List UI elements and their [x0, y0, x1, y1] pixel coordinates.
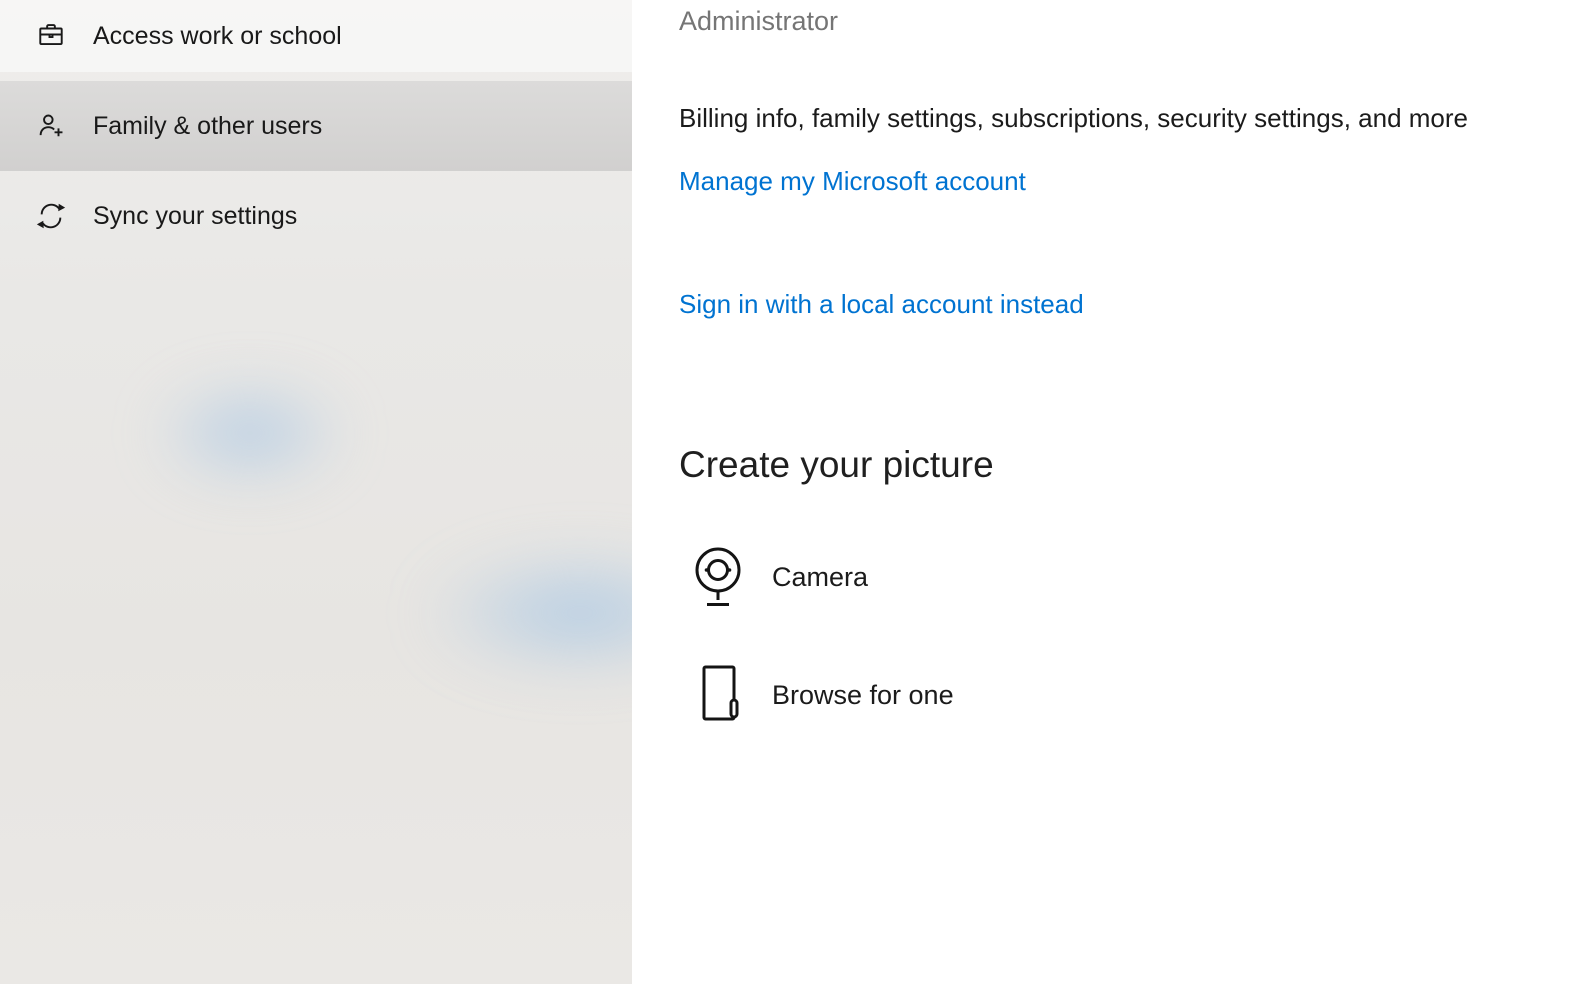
account-role-label: Administrator — [679, 6, 839, 36]
browse-file-icon — [690, 662, 746, 728]
camera-option[interactable]: Camera — [690, 544, 1526, 610]
sidebar-item-access-work-or-school[interactable]: Access work or school — [0, 0, 632, 72]
your-info-content: Administrator Billing info, family setti… — [632, 0, 1586, 984]
browse-for-one-option[interactable]: Browse for one — [690, 662, 1526, 728]
picture-options: Camera Browse for one — [679, 544, 1526, 728]
camera-icon — [690, 544, 746, 610]
sidebar-item-label: Sync your settings — [93, 201, 298, 230]
background-blur-blob — [420, 548, 632, 678]
settings-sidebar: Access work or school Family & other use… — [0, 0, 632, 984]
sidebar-item-label: Family & other users — [93, 111, 323, 140]
background-blur-blob — [150, 378, 350, 488]
browse-option-label: Browse for one — [772, 679, 954, 710]
sync-icon — [35, 200, 67, 232]
sign-in-local-account-link[interactable]: Sign in with a local account instead — [679, 289, 1084, 320]
sidebar-item-family-other-users[interactable]: Family & other users — [0, 81, 632, 171]
camera-option-label: Camera — [772, 561, 869, 592]
create-picture-heading: Create your picture — [679, 444, 994, 485]
manage-microsoft-account-link[interactable]: Manage my Microsoft account — [679, 166, 1026, 197]
sidebar-item-label: Access work or school — [93, 21, 342, 50]
briefcase-icon — [35, 20, 67, 52]
sidebar-nav: Access work or school Family & other use… — [0, 0, 632, 261]
person-add-icon — [35, 110, 67, 142]
account-description: Billing info, family settings, subscript… — [679, 103, 1469, 133]
sidebar-item-sync-your-settings[interactable]: Sync your settings — [0, 171, 632, 261]
